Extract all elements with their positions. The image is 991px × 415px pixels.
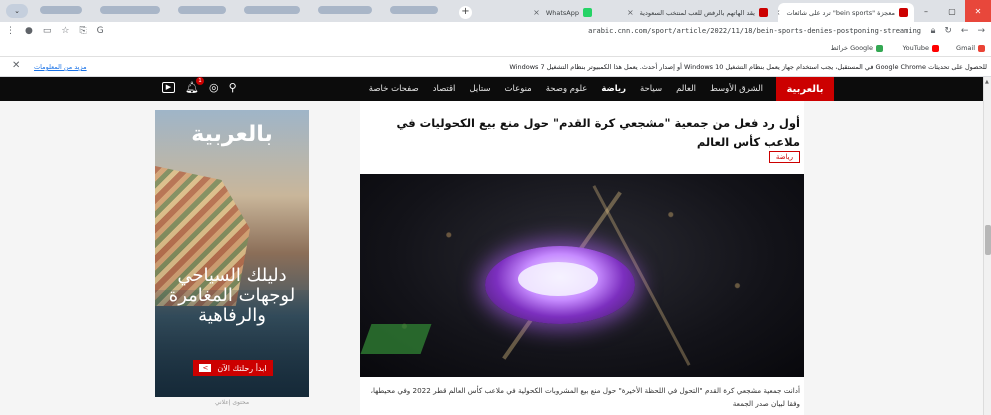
toolbar-right: 🔒︎ ↻ ← → (931, 26, 985, 36)
page-scrollbar[interactable]: ▲ (983, 77, 991, 415)
article-tag[interactable]: رياضة (768, 151, 800, 163)
bookmark-maps[interactable]: خرائط Google (831, 44, 883, 52)
ad-banner[interactable]: بالعربية دليلك السياحي لوجهات المغامرة و… (155, 110, 309, 397)
nav-link-middle-east[interactable]: الشرق الأوسط (703, 84, 770, 94)
tab-blurred[interactable] (178, 6, 226, 14)
tab-blurred[interactable] (100, 6, 160, 14)
tab-strip: ⌄ + WhatsApp × يقد الهاتهم بالرفض للعب ل… (0, 0, 991, 22)
google-icon[interactable]: G (97, 26, 104, 36)
scroll-up-icon[interactable]: ▲ (985, 79, 989, 85)
chrome-update-infobar: ✕ مزيد من المعلومات للحصول على تحديثات G… (0, 57, 991, 77)
tab-article-active[interactable]: معجزة "bein sports" ترد على شائعات × (778, 3, 914, 22)
window-close-icon[interactable]: ✕ (965, 0, 991, 22)
video-icon[interactable]: ▶ (162, 82, 175, 93)
ad-headline: دليلك السياحي لوجهات المغامرة والرفاهية (168, 265, 296, 326)
search-icon[interactable]: ⚲ (229, 81, 237, 94)
ad-brand-logo: بالعربية (191, 122, 273, 147)
tab-blurred[interactable] (244, 6, 300, 14)
share-icon[interactable]: ⎘ (79, 26, 86, 36)
cnn-favicon-icon (759, 8, 768, 17)
tab-title: WhatsApp (545, 8, 579, 17)
menu-icon[interactable]: ⋮ (6, 26, 15, 36)
new-tab-button[interactable]: + (459, 6, 472, 19)
bell-icon[interactable]: 🔔︎ 1 (185, 77, 204, 94)
bookmark-youtube[interactable]: YouTube (903, 44, 939, 52)
more-info-link[interactable]: مزيد من المعلومات (34, 63, 87, 71)
browser-window: ⌄ + WhatsApp × يقد الهاتهم بالرفض للعب ل… (0, 0, 991, 415)
tab-title: معجزة "bein sports" ترد على شائعات (786, 8, 896, 17)
tab-article-2[interactable]: يقد الهاتهم بالرفض للعب لمنتخب السعودية … (626, 3, 774, 22)
nav-link-variety[interactable]: منوعات (498, 84, 539, 94)
nav-link-economy[interactable]: اقتصاد (426, 84, 463, 94)
youtube-icon (932, 44, 939, 52)
article: أول رد فعل من جمعية "مشجعي كرة القدم" حو… (360, 101, 804, 415)
bookmark-gmail[interactable]: Gmail (956, 44, 985, 52)
cnn-favicon-icon (899, 8, 908, 17)
sidebar-icon[interactable]: ▭ (43, 26, 52, 36)
training-field (360, 324, 432, 354)
nav-link-special[interactable]: صفحات خاصة (362, 84, 426, 94)
minimize-icon[interactable]: – (913, 0, 939, 22)
whatsapp-icon (583, 8, 592, 17)
notification-badge: 1 (195, 77, 204, 85)
tab-blurred[interactable] (318, 6, 372, 14)
close-tab-icon[interactable]: × (533, 8, 540, 17)
article-headline: أول رد فعل من جمعية "مشجعي كرة القدم" حو… (396, 116, 800, 149)
close-tab-icon[interactable]: × (778, 8, 781, 17)
account-icon[interactable]: ◎ (209, 81, 219, 94)
nav-link-sport[interactable]: رياضة (594, 84, 633, 94)
infobar-message: للحصول على تحديثات Google Chrome في المس… (509, 63, 987, 71)
stadium-pitch (518, 262, 598, 296)
tab-whatsapp[interactable]: WhatsApp × (480, 3, 598, 22)
url-field[interactable]: arabic.cnn.com/sport/article/2022/11/18/… (588, 27, 921, 35)
bookmarks-bar: Gmail YouTube خرائط Google (0, 42, 991, 57)
ad-label: محتوى إعلاني (214, 399, 250, 406)
site-nav: بالعربية الشرق الأوسط العالم سياحة رياضة… (0, 77, 984, 101)
photo-caption: أدانت جمعية مشجعي كرة القدم "التحول في ا… (370, 386, 800, 408)
tab-blurred[interactable] (390, 6, 438, 14)
scrollbar-thumb[interactable] (985, 225, 991, 255)
nav-link-world[interactable]: العالم (669, 84, 703, 94)
gmail-icon (978, 44, 985, 52)
window-controls: – ▢ ✕ (913, 0, 991, 22)
article-photo (360, 174, 804, 377)
lock-icon[interactable]: 🔒︎ (931, 26, 936, 36)
tab-blurred[interactable] (40, 6, 82, 14)
tab-search-icon[interactable]: ⌄ (6, 4, 28, 18)
close-tab-icon[interactable]: × (627, 8, 634, 17)
reload-icon[interactable]: ↻ (944, 26, 952, 36)
ad-cta-button[interactable]: ابدأ رحلتك الآن > (193, 360, 273, 376)
cnn-arabic-logo[interactable]: بالعربية (776, 77, 834, 101)
maps-icon (876, 44, 883, 52)
star-icon[interactable]: ☆ (61, 26, 69, 36)
nav-tools: ▶ 🔔︎ 1 ◎ ⚲ (162, 77, 237, 94)
tab-title: يقد الهاتهم بالرفض للعب لمنتخب السعودية (639, 8, 755, 17)
toolbar-left: ⋮ ● ▭ ☆ ⎘ G (6, 26, 104, 36)
profile-icon[interactable]: ● (25, 26, 33, 36)
close-infobar-icon[interactable]: ✕ (12, 60, 20, 71)
nav-link-travel[interactable]: سياحة (633, 84, 669, 94)
address-bar-row: ⋮ ● ▭ ☆ ⎘ G arabic.cnn.com/sport/article… (0, 22, 991, 42)
maximize-icon[interactable]: ▢ (939, 0, 965, 22)
arrow-icon: > (199, 364, 212, 372)
back-icon[interactable]: → (977, 26, 985, 36)
forward-icon[interactable]: ← (961, 26, 969, 36)
nav-link-science[interactable]: علوم وصحة (539, 84, 595, 94)
nav-link-style[interactable]: ستايل (462, 84, 497, 94)
nav-links: الشرق الأوسط العالم سياحة رياضة علوم وصح… (362, 77, 770, 101)
